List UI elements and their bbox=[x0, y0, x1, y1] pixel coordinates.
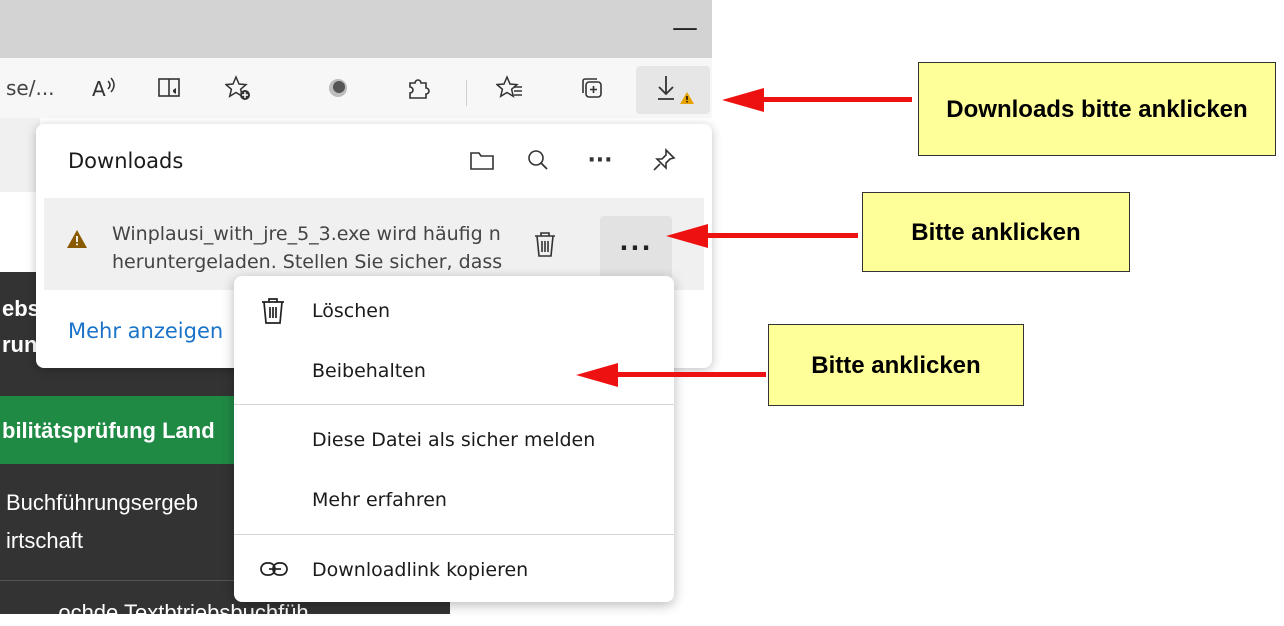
arrow-shaft bbox=[706, 233, 858, 238]
annotation-note-click: Bitte anklicken bbox=[768, 324, 1024, 406]
arrow-head bbox=[576, 363, 618, 387]
annotation-note-click: Bitte anklicken bbox=[862, 192, 1130, 272]
annotation-note-downloads: Downloads bitte anklicken bbox=[918, 62, 1276, 156]
arrow-shaft bbox=[760, 97, 912, 102]
arrow-head bbox=[722, 88, 764, 112]
arrow-shaft bbox=[616, 372, 766, 377]
arrow-head bbox=[666, 224, 708, 248]
